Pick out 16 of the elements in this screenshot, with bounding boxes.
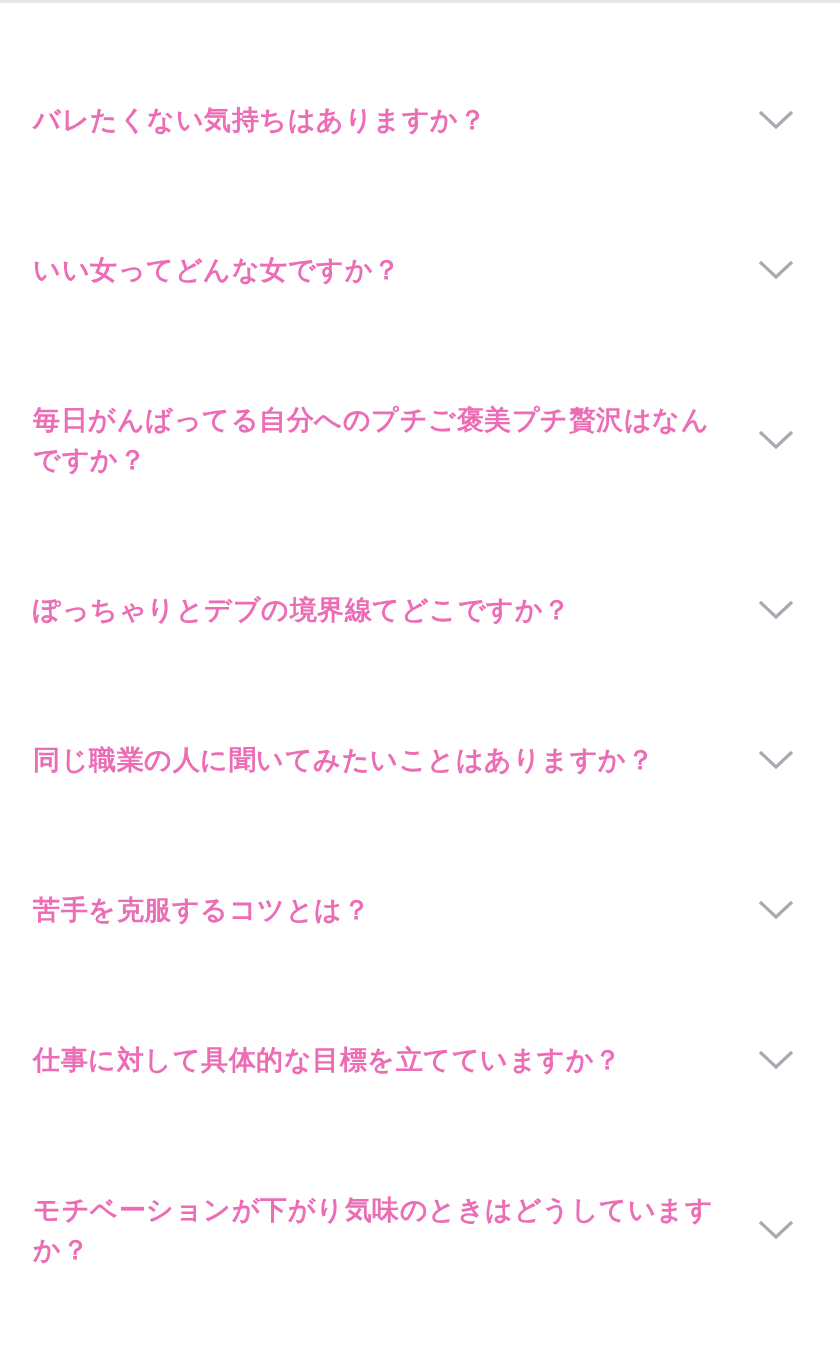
faq-item[interactable]: 仕事に対して具体的な目標を立てていますか？ (0, 985, 840, 1135)
question-text: ぽっちゃりとデブの境界線てどこですか？ (33, 593, 571, 627)
question-text: モチベーションが下がり気味のときはどうしていますか？ (33, 1193, 713, 1267)
question-text: 毎日がんばってる自分へのプチご褒美プチ贅沢はなんですか？ (33, 403, 710, 477)
faq-item[interactable]: モチベーションが下がり気味のときはどうしていますか？ (0, 1135, 840, 1325)
question-text: 仕事に対して具体的な目標を立てていますか？ (33, 1043, 622, 1077)
question-text: バレたくない気持ちはありますか？ (33, 103, 486, 137)
faq-item[interactable]: 同じ職業の人に聞いてみたいことはありますか？ (0, 685, 840, 835)
faq-item[interactable]: ぽっちゃりとデブの境界線てどこですか？ (0, 535, 840, 685)
question-text: いい女ってどんな女ですか？ (33, 253, 401, 287)
faq-item[interactable]: 毎日がんばってる自分へのプチご褒美プチ贅沢はなんですか？ (0, 345, 840, 535)
faq-item[interactable]: バレたくない気持ちはありますか？ (0, 45, 840, 195)
faq-item[interactable]: いい女ってどんな女ですか？ (0, 195, 840, 345)
faq-item[interactable]: 苦手を克服するコツとは？ (0, 835, 840, 985)
question-text: 苦手を克服するコツとは？ (33, 893, 370, 927)
question-text: 同じ職業の人に聞いてみたいことはありますか？ (33, 743, 654, 777)
